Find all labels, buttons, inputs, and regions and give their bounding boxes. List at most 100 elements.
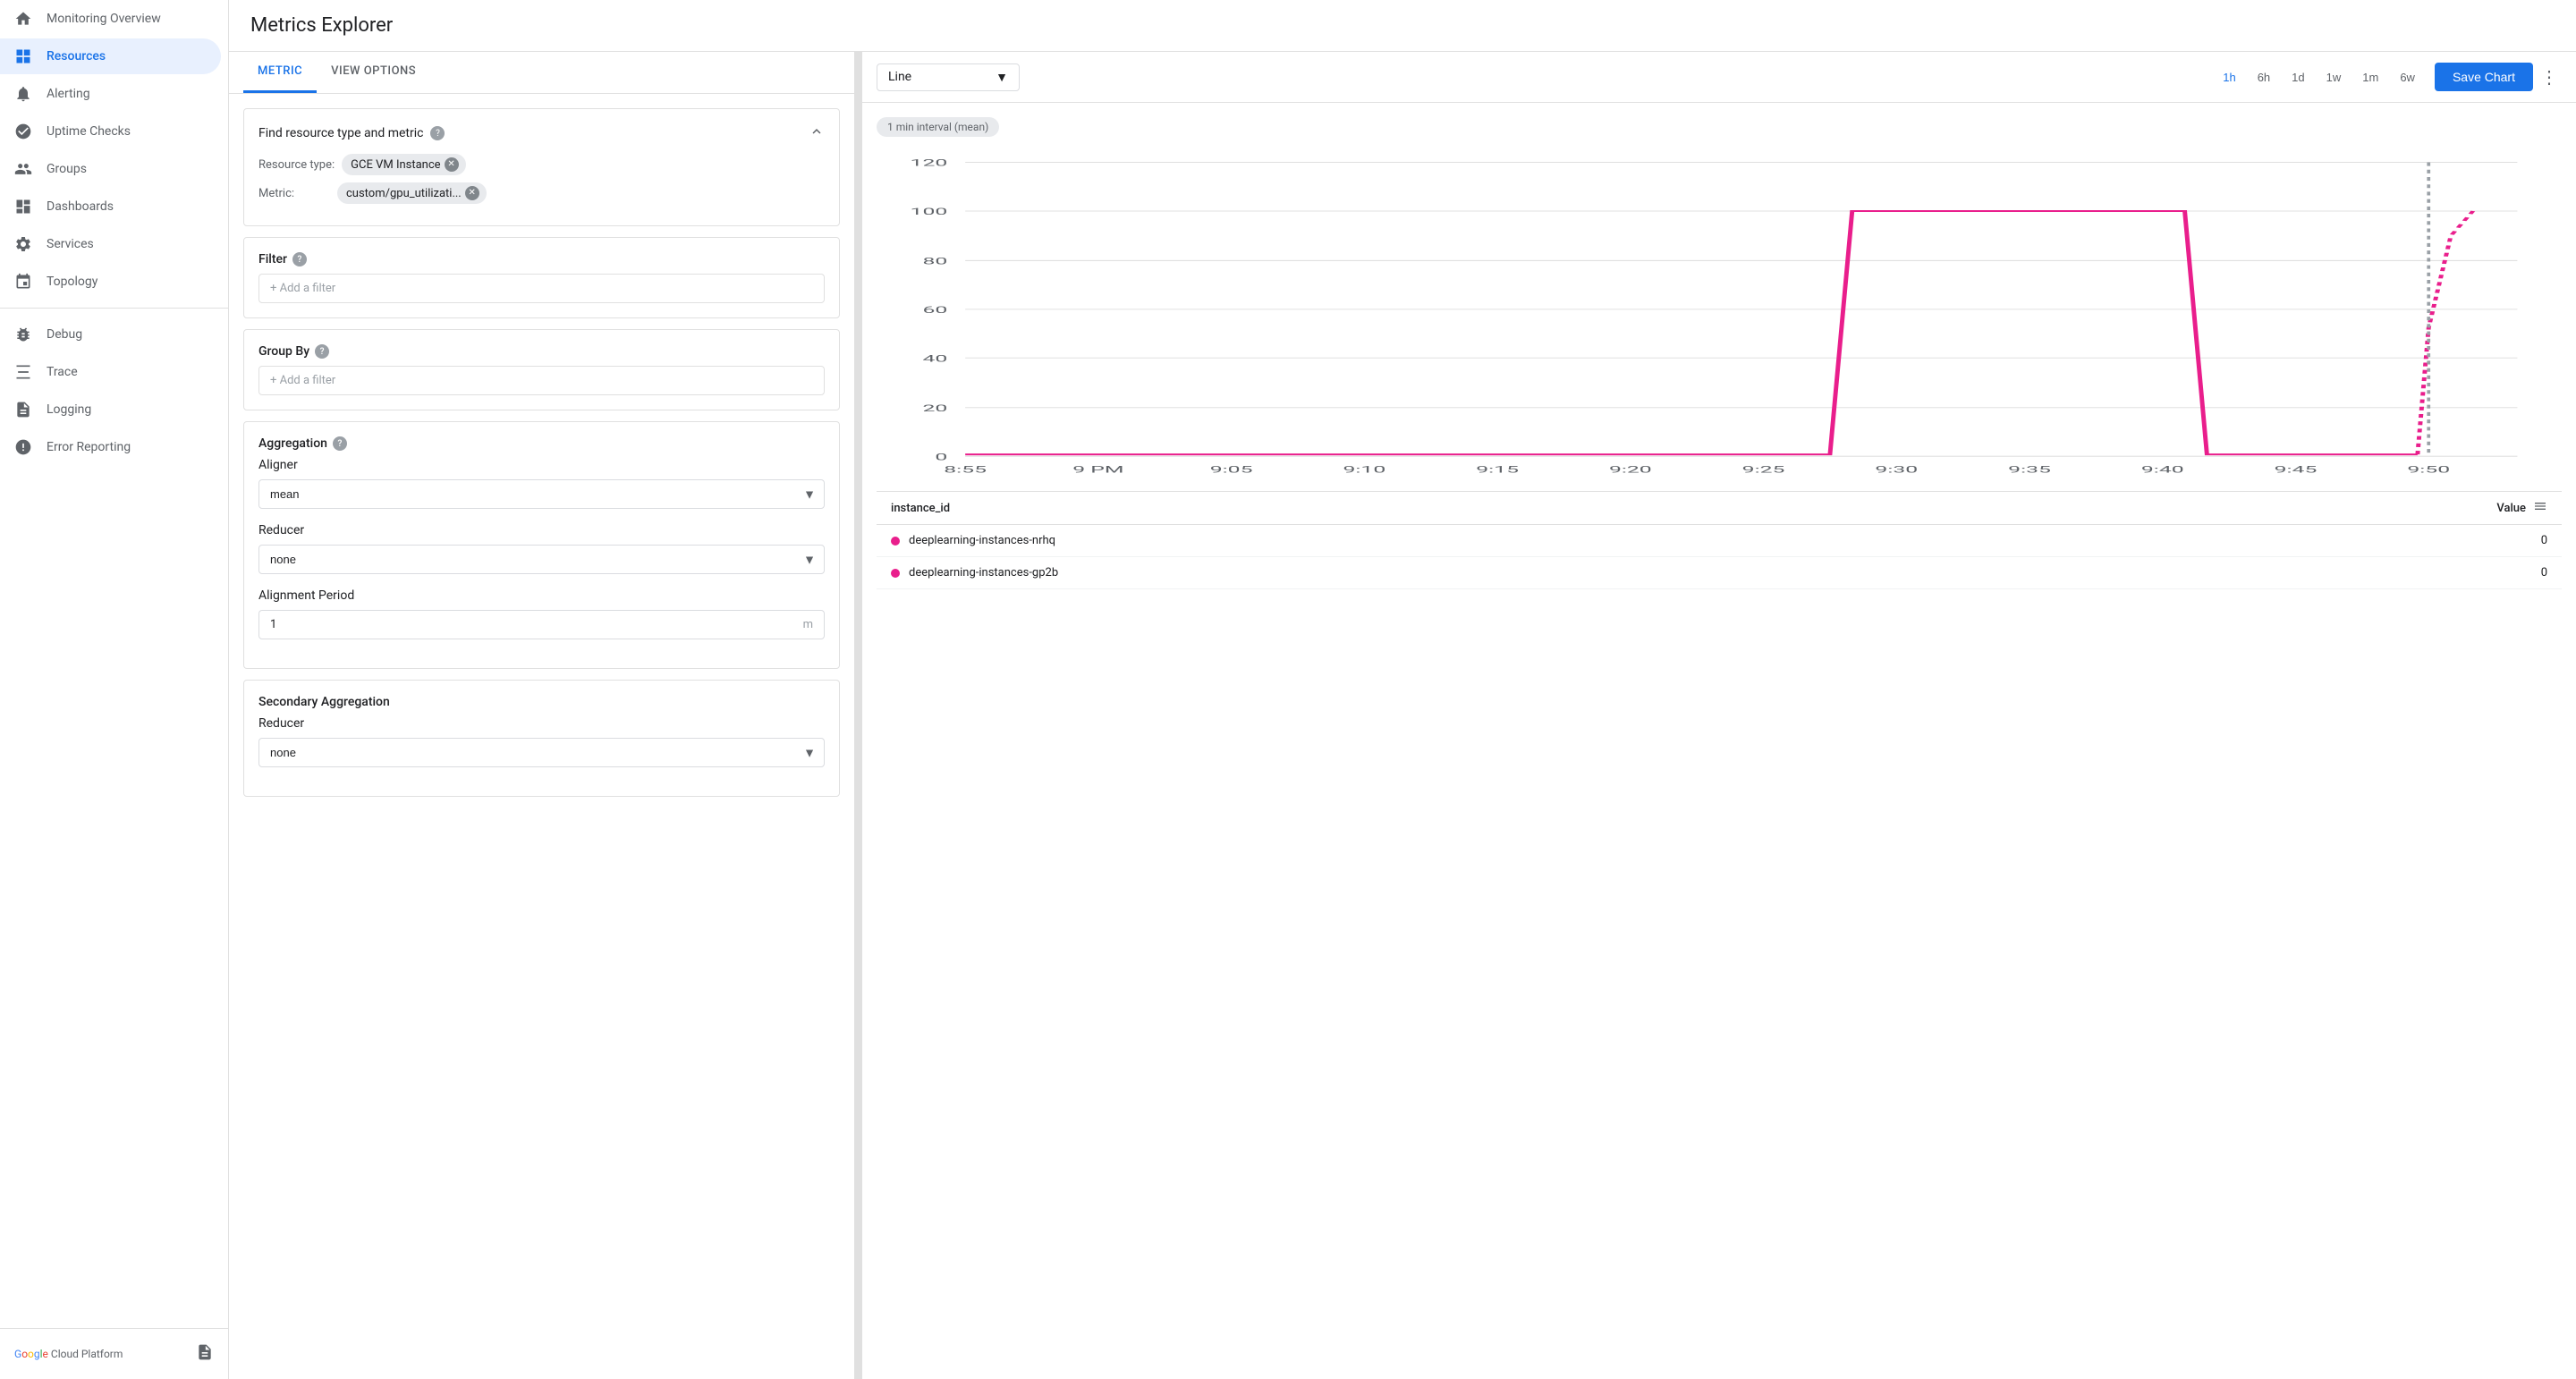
filter-title: Filter ? [258,252,825,266]
secondary-reducer-select-wrapper: none mean sum ▼ [258,738,825,767]
find-resource-help-icon[interactable]: ? [430,126,445,140]
time-range-buttons: 1h 6h 1d 1w 1m 6w Save Chart ⋮ [2214,63,2562,91]
svg-text:9:25: 9:25 [1742,464,1785,475]
legend-row-0[interactable]: deeplearning-instances-nrhq 0 [877,525,2562,557]
content-area: METRIC VIEW OPTIONS Find resource type a… [229,52,2576,1379]
aligner-select-wrapper: mean sum min max count none ▼ [258,479,825,509]
alignment-period-subsection: Alignment Period 1 m [258,588,825,639]
sidebar: Monitoring Overview Resources Alerting U… [0,0,229,1379]
panel-divider[interactable] [855,52,862,1379]
time-btn-1w[interactable]: 1w [2318,65,2351,89]
time-btn-6w[interactable]: 6w [2391,65,2424,89]
check-circle-icon [14,123,32,140]
sidebar-item-dashboards[interactable]: Dashboards [0,189,221,224]
metric-panel: Find resource type and metric ? Resource… [229,94,854,822]
time-btn-1d[interactable]: 1d [2283,65,2313,89]
right-panel: Line ▼ 1h 6h 1d 1w 1m 6w Save Chart ⋮ 1 … [862,52,2576,1379]
tab-view-options[interactable]: VIEW OPTIONS [317,52,430,93]
svg-text:9:30: 9:30 [1875,464,1918,475]
legend-column-label: instance_id [891,502,950,515]
legend-value-0: 0 [2541,534,2547,547]
svg-text:9:45: 9:45 [2275,464,2318,475]
legend-col-icon[interactable] [2533,499,2547,517]
sidebar-item-debug[interactable]: Debug [0,317,221,352]
group-by-title: Group By ? [258,344,825,359]
svg-text:9:40: 9:40 [2141,464,2184,475]
sidebar-item-trace[interactable]: Trace [0,354,221,390]
trace-icon [14,363,32,381]
group-icon [14,160,32,178]
legend-row-1[interactable]: deeplearning-instances-gp2b 0 [877,557,2562,589]
aligner-label: Aligner [258,458,825,472]
chart-type-select[interactable]: Line ▼ [877,63,1020,91]
legend-label-1: deeplearning-instances-gp2b [909,566,1058,580]
sidebar-item-uptime-checks[interactable]: Uptime Checks [0,114,221,149]
chart-container: 1 min interval (mean) .grid-line { strok… [862,103,2576,1379]
metric-row: Metric: custom/gpu_utilizati... ✕ [258,182,825,204]
dashboard-icon [14,198,32,216]
legend-value-1: 0 [2541,566,2547,580]
reducer-select-wrapper: none mean sum min max count ▼ [258,545,825,574]
sidebar-item-groups[interactable]: Groups [0,151,221,187]
home-icon [14,10,32,28]
resource-type-row: Resource type: GCE VM Instance ✕ [258,154,825,175]
sidebar-item-services[interactable]: Services [0,226,221,262]
filter-section: Filter ? + Add a filter [243,237,840,318]
svg-text:0: 0 [935,452,947,462]
sidebar-item-topology[interactable]: Topology [0,264,221,300]
chart-svg-area: .grid-line { stroke: #e0e0e0; stroke-wid… [877,144,2562,484]
legend-value-label: Value [2496,502,2526,515]
metric-chip[interactable]: custom/gpu_utilizati... ✕ [337,182,487,204]
aggregation-help-icon[interactable]: ? [333,436,347,451]
sidebar-item-monitoring-overview[interactable]: Monitoring Overview [0,1,221,37]
collapse-button[interactable] [809,123,825,143]
svg-text:80: 80 [922,256,947,266]
time-btn-6h[interactable]: 6h [2249,65,2279,89]
services-icon [14,235,32,253]
secondary-reducer-select[interactable]: none mean sum [258,738,825,767]
svg-text:8:55: 8:55 [944,464,987,475]
filter-help-icon[interactable]: ? [292,252,307,266]
chart-toolbar: Line ▼ 1h 6h 1d 1w 1m 6w Save Chart ⋮ [862,52,2576,103]
time-btn-1h[interactable]: 1h [2214,65,2244,89]
group-by-input[interactable]: + Add a filter [258,366,825,395]
sidebar-item-error-reporting[interactable]: Error Reporting [0,429,221,465]
left-panel: METRIC VIEW OPTIONS Find resource type a… [229,52,855,1379]
svg-text:100: 100 [911,206,948,216]
page-header: Metrics Explorer [229,0,2576,52]
legend-dot-0 [891,537,900,546]
error-icon [14,438,32,456]
svg-text:40: 40 [922,353,947,364]
tab-metric[interactable]: METRIC [243,52,317,93]
resource-type-chip[interactable]: GCE VM Instance ✕ [342,154,465,175]
save-chart-button[interactable]: Save Chart [2435,63,2533,91]
svg-text:60: 60 [922,304,947,315]
alignment-period-label: Alignment Period [258,588,825,603]
reducer-label: Reducer [258,523,825,537]
legend-table: instance_id Value deeplearning-instances… [877,491,2562,589]
filter-input[interactable]: + Add a filter [258,274,825,303]
svg-text:9 PM: 9 PM [1072,464,1123,475]
reducer-select[interactable]: none mean sum min max count [258,545,825,574]
group-by-help-icon[interactable]: ? [315,344,329,359]
aligner-select[interactable]: mean sum min max count none [258,479,825,509]
sidebar-docs-icon[interactable] [196,1343,214,1365]
more-options-icon[interactable]: ⋮ [2537,63,2562,91]
sidebar-item-alerting[interactable]: Alerting [0,76,221,112]
svg-text:9:05: 9:05 [1210,464,1253,475]
sidebar-item-resources[interactable]: Resources [0,38,221,74]
page-title: Metrics Explorer [250,14,2555,37]
resource-type-chip-close[interactable]: ✕ [445,157,459,172]
chart-type-dropdown-arrow: ▼ [996,70,1008,85]
svg-text:9:35: 9:35 [2008,464,2051,475]
metric-chip-close[interactable]: ✕ [465,186,479,200]
sidebar-item-logging[interactable]: Logging [0,392,221,427]
sidebar-divider [0,308,228,309]
find-resource-title: Find resource type and metric ? [258,126,445,140]
secondary-reducer-label: Reducer [258,716,825,731]
legend-dot-1 [891,569,900,578]
chart-svg: .grid-line { stroke: #e0e0e0; stroke-wid… [877,144,2562,484]
sidebar-footer: Google Cloud Platform [0,1328,228,1379]
alignment-period-input[interactable]: 1 m [258,610,825,639]
time-btn-1m[interactable]: 1m [2353,65,2387,89]
